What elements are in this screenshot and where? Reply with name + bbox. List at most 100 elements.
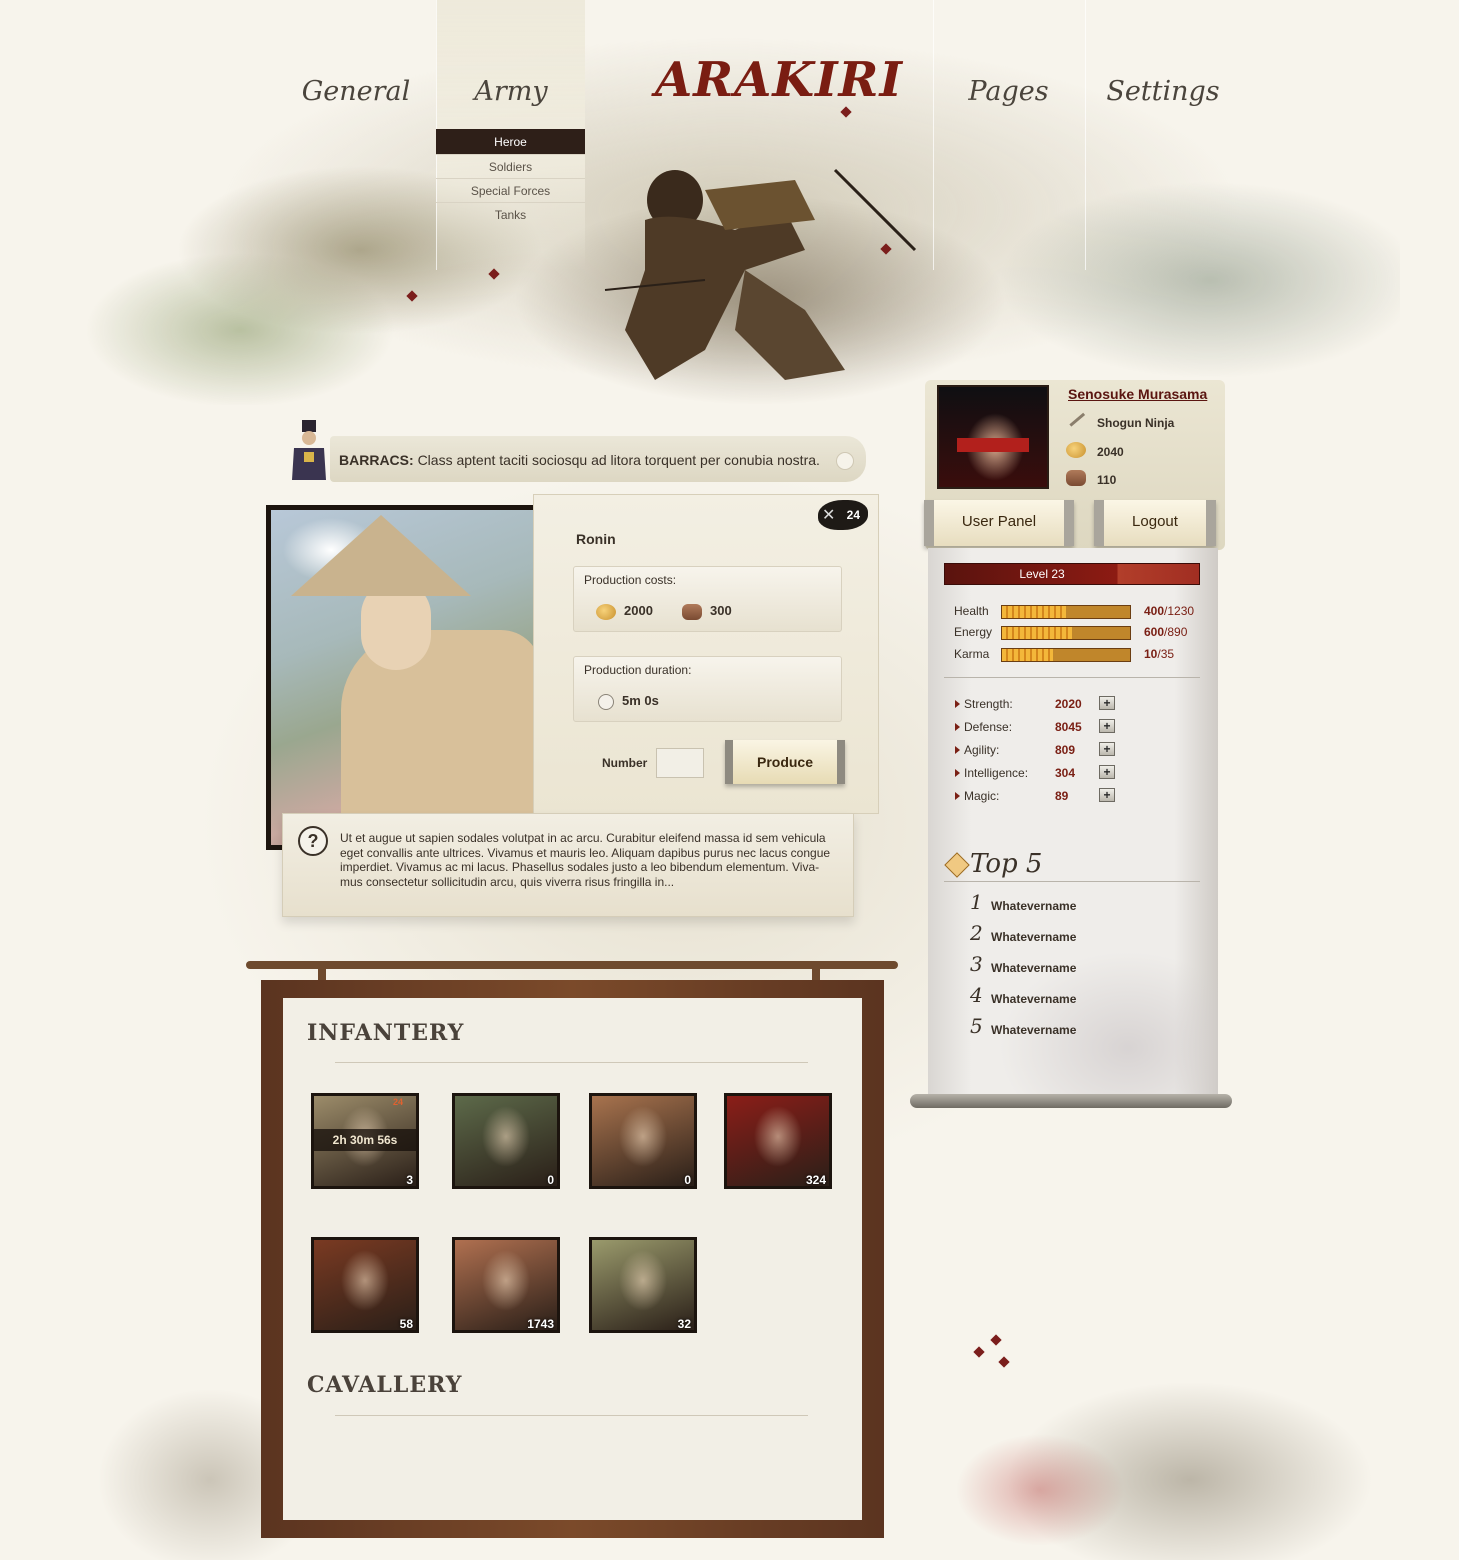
stat-current: 10	[1144, 647, 1158, 661]
attribute-value: 8045	[1055, 720, 1082, 734]
nav-army-label: Army	[474, 76, 548, 107]
barracks-label: BARRACS:	[339, 452, 414, 468]
soldier-icon	[292, 420, 326, 480]
rank-player-name[interactable]: Whatevername	[991, 899, 1076, 913]
plus-icon[interactable]: +	[1099, 788, 1115, 802]
attribute-label: Magic:	[964, 789, 1000, 803]
plus-icon[interactable]: +	[1099, 719, 1115, 733]
cost-wood-value: 300	[710, 603, 732, 618]
unit-description: Ut et augue ut sapien sodales volutpat i…	[340, 831, 831, 889]
attribute-arrow-icon	[955, 723, 960, 731]
cost-gold-value: 2000	[624, 603, 653, 618]
unit-thumbnail[interactable]: 58	[311, 1237, 419, 1333]
unit-name: Ronin	[576, 531, 616, 547]
unit-count: 32	[677, 1317, 691, 1331]
player-wood: 110	[1097, 473, 1117, 487]
banner-pin-icon	[836, 452, 854, 470]
stat-value: 400/1230	[1144, 604, 1194, 618]
unit-thumbnail-image	[592, 1096, 694, 1186]
attribute-arrow-icon	[955, 700, 960, 708]
attribute-label: Agility:	[964, 743, 1000, 757]
level-label: Level 23	[1019, 567, 1065, 581]
badge-count: 24	[846, 508, 860, 522]
submenu-item-special-forces[interactable]: Special Forces	[436, 179, 585, 203]
unit-count: 0	[684, 1173, 691, 1187]
top5-divider	[944, 881, 1200, 882]
duration-value: 5m 0s	[622, 693, 659, 708]
rank-player-name[interactable]: Whatevername	[991, 930, 1076, 944]
unit-queue-count: 24	[392, 1097, 403, 1107]
attribute-arrow-icon	[955, 792, 960, 800]
samurai-illustration	[604, 168, 917, 380]
nav-settings[interactable]: Settings	[1085, 0, 1240, 270]
unit-thumbnail[interactable]: 1743	[452, 1237, 560, 1333]
stat-bar	[1001, 605, 1131, 619]
rank-number: 1	[970, 890, 983, 914]
nav-general-label: General	[301, 76, 411, 107]
rank-player-name[interactable]: Whatevername	[991, 992, 1076, 1006]
plus-icon[interactable]: +	[1099, 696, 1115, 710]
attribute-value: 89	[1055, 789, 1069, 803]
nav-general[interactable]: General	[281, 0, 431, 270]
number-label: Number	[602, 756, 648, 770]
number-input[interactable]	[656, 748, 704, 778]
gold-icon	[1066, 442, 1086, 458]
plus-icon[interactable]: +	[1099, 765, 1115, 779]
unit-thumbnail[interactable]: 32	[589, 1237, 697, 1333]
rank-player-name[interactable]: Whatevername	[991, 961, 1076, 975]
stat-bar	[1001, 626, 1131, 640]
nav-pages[interactable]: Pages	[933, 0, 1083, 270]
rank-number: 3	[970, 952, 983, 976]
cost-wood: 300	[682, 603, 732, 620]
nav-settings-label: Settings	[1106, 76, 1220, 107]
submenu-item-soldiers[interactable]: Soldiers	[436, 155, 585, 179]
attribute-value: 304	[1055, 766, 1076, 780]
nav-pages-label: Pages	[968, 76, 1049, 107]
unit-count: 324	[805, 1173, 826, 1187]
wood-log-icon	[682, 603, 702, 620]
player-name[interactable]: Senosuke Murasama	[1068, 386, 1207, 402]
unit-timer: 2h 30m 56s	[314, 1129, 416, 1151]
unit-count: 1743	[527, 1317, 554, 1331]
clock-icon	[598, 693, 614, 710]
stat-max: /35	[1157, 647, 1175, 661]
avatar[interactable]	[937, 385, 1049, 489]
rank-number: 5	[970, 1014, 983, 1038]
rank-number: 4	[970, 983, 983, 1007]
stat-bar-fill	[1002, 627, 1073, 639]
production-duration-box: Production duration: 5m 0s	[573, 656, 842, 722]
plus-icon[interactable]: +	[1099, 742, 1115, 756]
stat-max: /1230	[1164, 604, 1195, 618]
question-icon: ?	[298, 826, 328, 856]
produce-button[interactable]: Produce	[725, 740, 845, 784]
stat-label: Energy	[954, 625, 993, 639]
attribute-label: Defense:	[964, 720, 1013, 734]
unit-thumbnail[interactable]: 0	[589, 1093, 697, 1189]
gold-icon	[596, 603, 616, 620]
production-duration-label: Production duration:	[584, 663, 692, 677]
stat-label: Health	[954, 604, 989, 618]
unit-count: 3	[406, 1173, 413, 1187]
unit-thumbnail[interactable]: 2h 30m 56s 24 3	[311, 1093, 419, 1189]
submenu-item-tanks[interactable]: Tanks	[436, 203, 585, 227]
stat-max: /890	[1164, 625, 1188, 639]
submenu-item-heroe[interactable]: Heroe	[436, 129, 585, 155]
rank-player-name[interactable]: Whatevername	[991, 1023, 1076, 1037]
cavalry-divider	[335, 1415, 808, 1416]
wood-log-icon	[1066, 470, 1086, 486]
game-logo[interactable]: ARAKIRI	[655, 52, 902, 108]
stat-value: 600/890	[1144, 625, 1187, 639]
logout-button[interactable]: Logout	[1094, 500, 1216, 546]
stat-label: Karma	[954, 647, 990, 661]
unit-thumbnail[interactable]: 324	[724, 1093, 832, 1189]
board-hanger	[246, 961, 898, 969]
cavalry-title: CAVALLERY	[307, 1372, 463, 1398]
barracks-description: Class aptent taciti sociosqu ad litora t…	[417, 452, 820, 468]
cost-gold: 2000	[596, 603, 653, 620]
attribute-value: 809	[1055, 743, 1076, 757]
attribute-value: 2020	[1055, 697, 1082, 711]
unit-thumbnail[interactable]: 0	[452, 1093, 560, 1189]
user-panel-button[interactable]: User Panel	[924, 500, 1074, 546]
duration: 5m 0s	[598, 693, 659, 710]
production-costs-box: Production costs: 2000 300	[573, 566, 842, 632]
